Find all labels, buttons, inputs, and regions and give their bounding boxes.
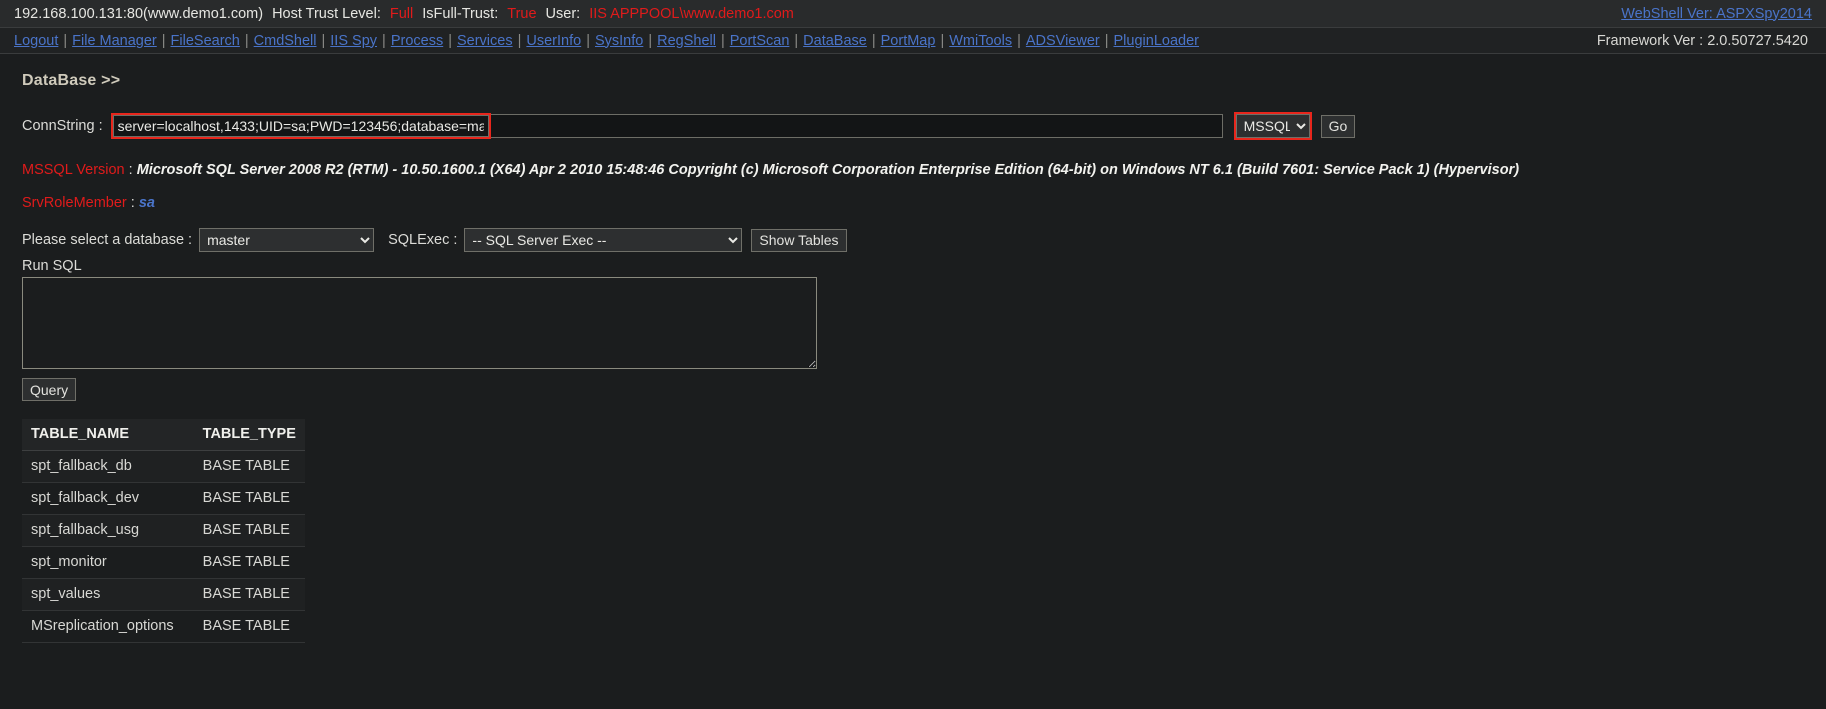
- show-tables-button[interactable]: Show Tables: [751, 228, 847, 252]
- nav-separator: |: [794, 32, 799, 49]
- nav-separator: |: [871, 32, 876, 49]
- database-name-select[interactable]: mastermodelmsdbtempdb: [199, 228, 375, 252]
- cell-table-name: spt_fallback_db: [22, 450, 183, 483]
- nav-link-pluginloader[interactable]: PluginLoader: [1114, 33, 1199, 49]
- nav-link-portscan[interactable]: PortScan: [730, 33, 790, 49]
- nav-separator: |: [720, 32, 725, 49]
- table-row: spt_fallback_db BASE TABLE: [22, 450, 305, 483]
- nav-separator: |: [382, 32, 386, 49]
- page-title: DataBase >>: [22, 72, 121, 89]
- conn-string-highlight: [110, 113, 491, 139]
- table-row: spt_fallback_dev BASE TABLE: [22, 482, 305, 515]
- user-value: IIS APPPOOL\www.demo1.com: [589, 5, 794, 22]
- column-header-table-name: TABLE_NAME: [22, 419, 183, 451]
- nav-separator: |: [244, 32, 249, 49]
- nav-separator: |: [586, 32, 590, 49]
- cell-table-name: spt_monitor: [22, 546, 183, 579]
- host-address: 192.168.100.131:80(www.demo1.com): [14, 5, 264, 22]
- table-row: spt_values BASE TABLE: [22, 578, 305, 611]
- nav-link-services[interactable]: Services: [457, 33, 513, 49]
- cell-table-name: spt_values: [22, 578, 183, 611]
- mssql-version-line: MSSQL Version : Microsoft SQL Server 200…: [22, 162, 1520, 178]
- run-sql-textarea[interactable]: [22, 277, 817, 369]
- conn-string-label: ConnString :: [22, 118, 103, 134]
- database-select-label: Please select a database :: [22, 232, 193, 248]
- webshell-version-link[interactable]: WebShell Ver: ASPXSpy2014: [1621, 6, 1812, 22]
- main-content: DataBase >> ConnString : MSSQLMySQLOracl…: [0, 54, 1826, 643]
- nav-separator: |: [1017, 32, 1021, 49]
- table-row: spt_fallback_usg BASE TABLE: [22, 514, 305, 547]
- query-button[interactable]: Query: [22, 378, 77, 401]
- nav-link-sysinfo[interactable]: SysInfo: [595, 33, 643, 49]
- db-type-select[interactable]: MSSQLMySQLOracleAccess: [1235, 114, 1310, 138]
- srv-role-member-label: SrvRoleMember: [22, 195, 127, 211]
- nav-separator: |: [63, 32, 68, 49]
- db-type-highlight: MSSQLMySQLOracleAccess: [1233, 112, 1312, 140]
- is-full-trust-label: IsFull-Trust:: [422, 5, 499, 22]
- nav-separator: |: [940, 32, 945, 49]
- main-navigation: Logout | File Manager | FileSearch | CmdShell |…: [0, 28, 1826, 54]
- is-full-trust-value: True: [507, 5, 537, 22]
- tables-result-body: spt_fallback_db BASE TABLE spt_fallback_de…: [22, 450, 305, 643]
- cell-table-type: BASE TABLE: [182, 578, 305, 611]
- connection-string-row: ConnString : MSSQLMySQLOracleAccess Go: [22, 112, 1826, 140]
- tables-result-table: TABLE_NAME TABLE_TYPE spt_fallback_db BAS…: [22, 419, 305, 643]
- nav-link-file-manager[interactable]: File Manager: [72, 33, 157, 49]
- mssql-version-value: Microsoft SQL Server 2008 R2 (RTM) - 10.…: [136, 162, 1520, 178]
- nav-separator: |: [1104, 32, 1109, 49]
- host-trust-level-label: Host Trust Level:: [272, 5, 381, 22]
- nav-link-database[interactable]: DataBase: [803, 33, 867, 49]
- nav-link-userinfo[interactable]: UserInfo: [526, 33, 581, 49]
- mssql-version-label: MSSQL Version: [22, 162, 125, 178]
- nav-link-regshell[interactable]: RegShell: [657, 33, 716, 49]
- srv-role-member-line: SrvRoleMember : sa: [22, 195, 155, 211]
- cell-table-type: BASE TABLE: [182, 482, 305, 515]
- cell-table-type: BASE TABLE: [182, 546, 305, 579]
- cell-table-type: BASE TABLE: [182, 610, 305, 643]
- table-row: MSreplication_options BASE TABLE: [22, 610, 305, 643]
- nav-separator: |: [648, 32, 653, 49]
- cell-table-type: BASE TABLE: [182, 514, 305, 547]
- conn-string-input[interactable]: [112, 115, 489, 137]
- nav-link-iis-spy[interactable]: IIS Spy: [330, 33, 377, 49]
- nav-link-logout[interactable]: Logout: [14, 33, 58, 49]
- run-sql-label: Run SQL: [22, 258, 82, 274]
- cell-table-name: spt_fallback_usg: [22, 514, 183, 547]
- sqlexec-label: SQLExec :: [388, 232, 458, 248]
- host-trust-level-value: Full: [389, 5, 414, 22]
- nav-link-process[interactable]: Process: [391, 33, 443, 49]
- column-header-table-type: TABLE_TYPE: [182, 419, 305, 451]
- cell-table-name: spt_fallback_dev: [22, 482, 183, 515]
- database-select-row: Please select a database : mastermodelms…: [22, 228, 1826, 252]
- cell-table-name: MSreplication_options: [22, 610, 183, 643]
- tables-result-head: TABLE_NAME TABLE_TYPE: [22, 419, 305, 451]
- nav-link-wmitools[interactable]: WmiTools: [949, 33, 1012, 49]
- nav-link-cmdshell[interactable]: CmdShell: [254, 33, 317, 49]
- cell-table-type: BASE TABLE: [182, 450, 305, 483]
- nav-separator: |: [321, 32, 326, 49]
- table-header-row: TABLE_NAME TABLE_TYPE: [22, 419, 305, 451]
- sqlexec-select[interactable]: -- SQL Server Exec --xp_cmdshellsp_oacre…: [464, 228, 743, 252]
- nav-separator: |: [517, 32, 522, 49]
- table-row: spt_monitor BASE TABLE: [22, 546, 305, 579]
- nav-link-portmap[interactable]: PortMap: [881, 33, 936, 49]
- go-button[interactable]: Go: [1320, 114, 1356, 138]
- nav-link-adsviewer[interactable]: ADSViewer: [1026, 33, 1100, 49]
- framework-version: Framework Ver : 2.0.50727.5420: [1596, 32, 1808, 49]
- srv-role-member-value: sa: [138, 195, 155, 211]
- nav-separator: |: [448, 32, 452, 49]
- nav-link-list: Logout | File Manager | FileSearch | CmdShell |…: [14, 33, 1199, 49]
- user-label: User:: [545, 5, 581, 22]
- conn-string-input-extension[interactable]: [490, 114, 1223, 138]
- nav-link-filesearch[interactable]: FileSearch: [171, 33, 240, 49]
- top-info-bar: 192.168.100.131:80(www.demo1.com) Host T…: [0, 0, 1826, 28]
- nav-separator: |: [161, 32, 166, 49]
